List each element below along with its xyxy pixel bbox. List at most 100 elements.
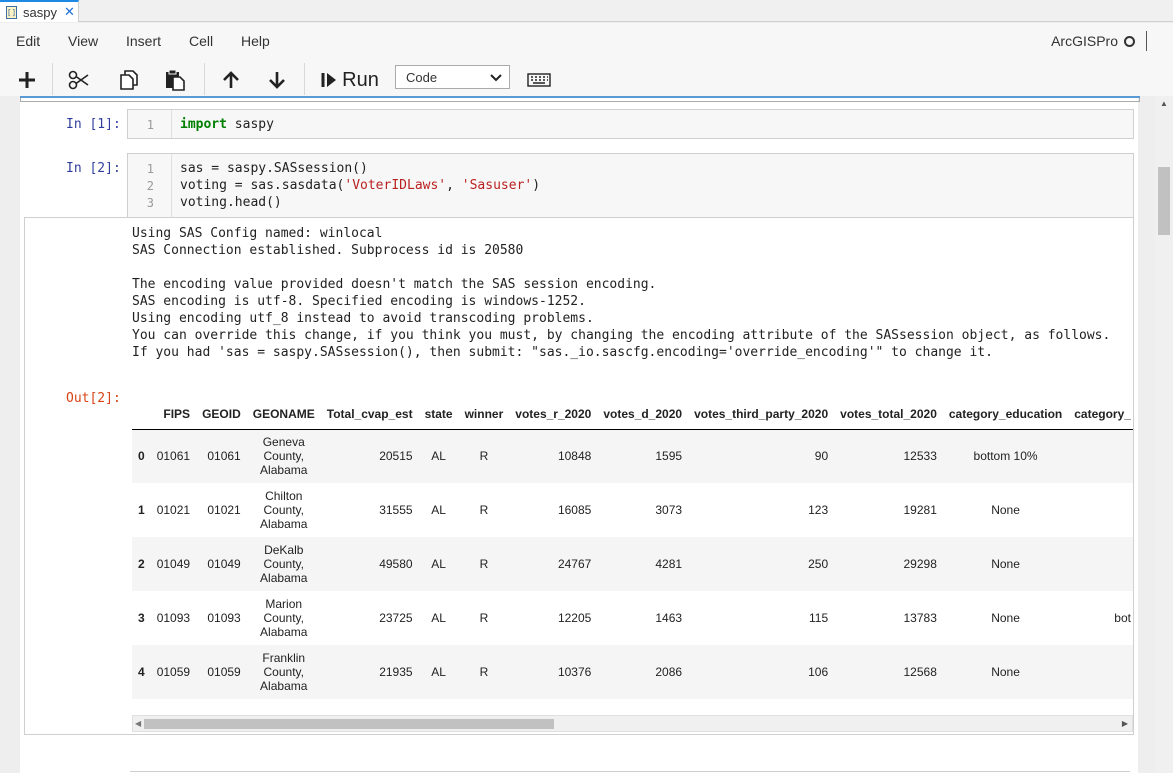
table-cell: R	[458, 537, 510, 591]
table-cell: Marion County, Alabama	[260, 597, 308, 639]
table-cell: 01061	[150, 429, 197, 483]
table-cell: 01049	[196, 537, 247, 591]
horizontal-scrollbar[interactable]: ◀ ▶	[132, 715, 1133, 732]
add-cell-button[interactable]	[12, 65, 42, 95]
table-header-row: FIPS GEOID GEONAME Total_cvap_est state winne…	[132, 399, 1133, 430]
close-icon[interactable]: ✕	[64, 4, 75, 20]
column-header: state	[418, 399, 459, 430]
move-up-button[interactable]	[216, 65, 246, 95]
table-cell: Franklin County, Alabama	[246, 645, 321, 699]
scroll-up-icon[interactable]: ▲	[1160, 99, 1168, 108]
table-cell: AL	[418, 645, 459, 699]
table-cell: 01059	[196, 645, 247, 699]
toolbar-divider	[204, 63, 205, 95]
menu-view[interactable]: View	[68, 33, 98, 49]
menu-help[interactable]: Help	[241, 33, 270, 49]
table-cell: 1463	[655, 611, 683, 625]
chevron-down-icon	[490, 74, 502, 82]
move-down-button[interactable]	[262, 65, 292, 95]
table-cell: 19281	[903, 503, 937, 517]
kernel-status[interactable]: ArcGISPro	[1051, 33, 1135, 49]
table-cell: 24767	[509, 537, 598, 591]
row-index: 2	[132, 537, 151, 591]
row-index: 0	[132, 429, 151, 483]
scroll-right-icon[interactable]: ▶	[1122, 719, 1128, 728]
menu-insert[interactable]: Insert	[126, 33, 161, 49]
cut-button[interactable]	[64, 65, 94, 95]
table-cell: 4281	[597, 537, 689, 591]
table-cell: 16085	[557, 503, 592, 517]
table-row: 4 01059 01059 Franklin County, Alabama 21935…	[132, 645, 1133, 699]
row-index: 1	[138, 503, 145, 517]
table-cell	[1068, 645, 1133, 699]
table-cell: 106	[688, 645, 835, 699]
table-row: 2 01049 01049 DeKalb County, Alabama 49580 AL…	[132, 537, 1133, 591]
table-cell: 01021	[207, 503, 241, 517]
table-cell	[1068, 537, 1133, 591]
column-header: Total_cvap_est	[320, 399, 419, 430]
row-index: 3	[138, 611, 145, 625]
table-cell: 12533	[834, 429, 943, 483]
toolbar-divider	[304, 63, 305, 95]
toolbar: Run	[0, 59, 1173, 99]
table-cell: 10848	[509, 429, 598, 483]
table-cell: bot	[1114, 611, 1131, 625]
row-index: 4	[132, 645, 151, 699]
column-header: FIPS	[150, 399, 197, 430]
column-header	[132, 399, 151, 430]
table-cell: 29298	[834, 537, 943, 591]
table-cell: AL	[418, 537, 459, 591]
vertical-scrollbar[interactable]: ▲	[1155, 96, 1173, 773]
column-header: winner	[458, 399, 510, 430]
menu-edit[interactable]: Edit	[16, 33, 40, 49]
table-cell: 3073	[655, 503, 683, 517]
menu-cell[interactable]: Cell	[189, 33, 213, 49]
table-cell: 01093	[207, 611, 241, 625]
table-cell: None	[991, 503, 1020, 517]
table-cell: 21935	[320, 645, 419, 699]
table-cell: R	[458, 645, 510, 699]
add-cell-icon	[19, 72, 35, 88]
table-cell: Chilton County, Alabama	[260, 489, 308, 531]
table-cell: 250	[688, 537, 835, 591]
keyboard-shortcuts-button[interactable]	[527, 73, 551, 92]
dataframe-table: FIPS GEOID GEONAME Total_cvap_est state winne…	[132, 399, 1133, 699]
table-cell: 115	[809, 611, 829, 625]
keyboard-icon	[527, 73, 551, 87]
copy-button[interactable]	[114, 65, 144, 95]
dataframe-view: FIPS GEOID GEONAME Total_cvap_est state winne…	[132, 399, 1133, 701]
run-button[interactable]: Run	[316, 65, 384, 95]
arrow-up-icon	[223, 71, 239, 88]
scrollbar-thumb[interactable]	[1158, 167, 1170, 235]
column-header: category_education	[942, 399, 1069, 430]
next-cell-edge	[130, 771, 1130, 772]
table-cell: R	[479, 611, 489, 625]
table-cell: DeKalb County, Alabama	[246, 537, 321, 591]
table-cell	[1068, 429, 1133, 483]
cell-type-select[interactable]: Code	[395, 65, 510, 89]
copy-icon	[120, 70, 138, 90]
scroll-left-icon[interactable]: ◀	[135, 719, 141, 728]
output-region: Using SAS Config named: winlocal SAS Con…	[0, 96, 1155, 773]
paste-button[interactable]	[160, 65, 190, 95]
table-cell: 01061	[196, 429, 247, 483]
column-header: category_	[1068, 399, 1133, 430]
scrollbar-thumb[interactable]	[144, 719, 554, 729]
table-row: 0 01061 01061 Geneva County, Alabama 20515 AL…	[132, 429, 1133, 483]
tab-title: saspy	[23, 4, 57, 20]
tab-saspy[interactable]: [] saspy ✕	[0, 0, 79, 22]
table-cell: AL	[431, 611, 446, 625]
table-row: 1 01021 01021 Chilton County, Alabama 31555 A…	[132, 483, 1133, 537]
table-cell: 2086	[597, 645, 689, 699]
table-cell	[1068, 483, 1133, 537]
table-cell: None	[942, 645, 1069, 699]
table-cell: R	[458, 429, 510, 483]
table-cell: 01059	[150, 645, 197, 699]
step-forward-icon	[321, 73, 337, 87]
column-header: votes_r_2020	[509, 399, 598, 430]
cell-type-value: Code	[406, 69, 438, 85]
column-header: votes_d_2020	[597, 399, 689, 430]
toolbar-divider	[52, 63, 53, 95]
table-cell: 10376	[509, 645, 598, 699]
run-label: Run	[342, 68, 379, 91]
